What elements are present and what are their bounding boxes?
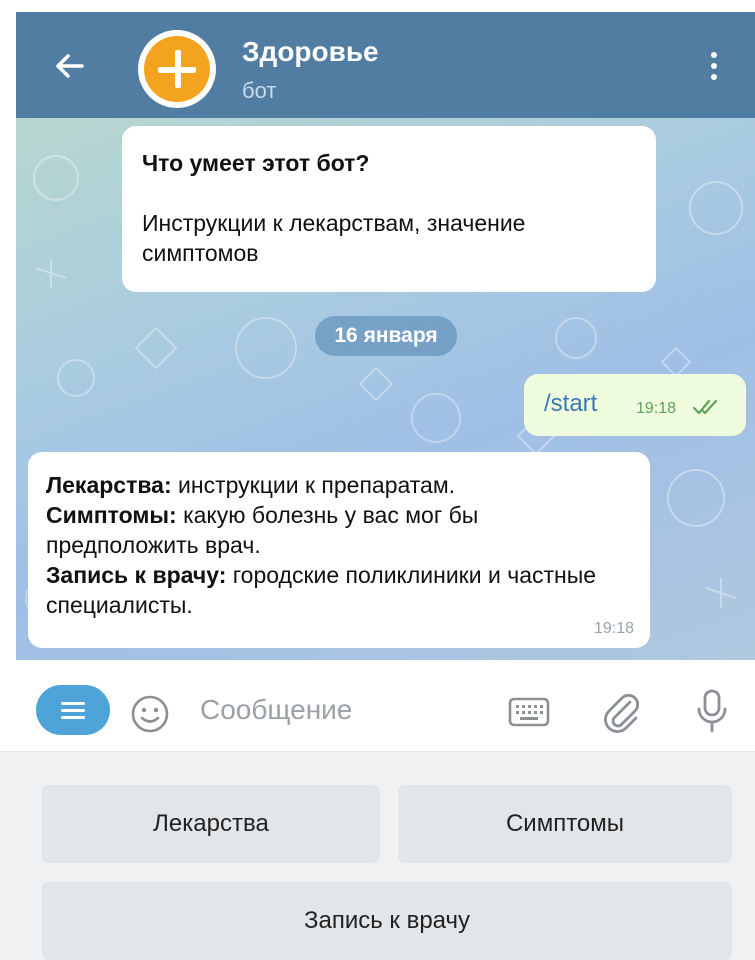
attach-icon[interactable] xyxy=(600,690,642,734)
reply-text-drugs: инструкции к препаратам. xyxy=(171,472,456,498)
bot-keyboard: Лекарства Симптомы Запись к врачу xyxy=(0,752,755,960)
keyboard-icon[interactable] xyxy=(508,696,550,728)
chat-header: Здоровье бот xyxy=(16,12,755,118)
more-vertical-icon[interactable] xyxy=(708,52,720,88)
chat-title[interactable]: Здоровье xyxy=(242,36,379,68)
plus-icon xyxy=(144,36,210,102)
outgoing-text: /start xyxy=(544,390,598,417)
reply-label-symptoms: Симптомы: xyxy=(46,502,177,528)
menu-icon[interactable] xyxy=(36,685,110,735)
message-input[interactable]: Сообщение xyxy=(200,694,352,726)
reply-label-appointment: Запись к врачу: xyxy=(46,562,227,588)
chat-subtitle: бот xyxy=(242,78,277,103)
bot-avatar[interactable] xyxy=(138,30,216,108)
back-arrow-icon[interactable] xyxy=(50,46,90,86)
outgoing-message[interactable]: /start 19:18 xyxy=(524,374,746,436)
bot-info-answer: Инструкции к лекарствам, значение симпто… xyxy=(142,210,526,266)
emoji-icon[interactable] xyxy=(130,694,170,734)
keyboard-button-drugs[interactable]: Лекарства xyxy=(42,785,380,863)
mic-icon[interactable] xyxy=(694,688,730,734)
chat-area[interactable]: Что умеет этот бот? Инструкции к лекарст… xyxy=(16,118,755,660)
message-input-bar: Сообщение xyxy=(0,660,755,752)
reply-label-drugs: Лекарства: xyxy=(46,472,172,498)
date-separator: 16 января xyxy=(315,316,457,356)
status-strip xyxy=(0,0,755,12)
bot-reply-bubble[interactable]: Лекарства: инструкции к препаратам. Симп… xyxy=(28,452,650,648)
keyboard-button-symptoms[interactable]: Симптомы xyxy=(398,785,732,863)
bot-info-bubble: Что умеет этот бот? Инструкции к лекарст… xyxy=(122,126,656,292)
outgoing-time: 19:18 xyxy=(636,400,677,417)
bot-info-question: Что умеет этот бот? xyxy=(142,150,370,176)
double-check-icon xyxy=(692,399,718,415)
keyboard-button-appointment[interactable]: Запись к врачу xyxy=(42,882,732,960)
reply-time: 19:18 xyxy=(593,620,634,637)
